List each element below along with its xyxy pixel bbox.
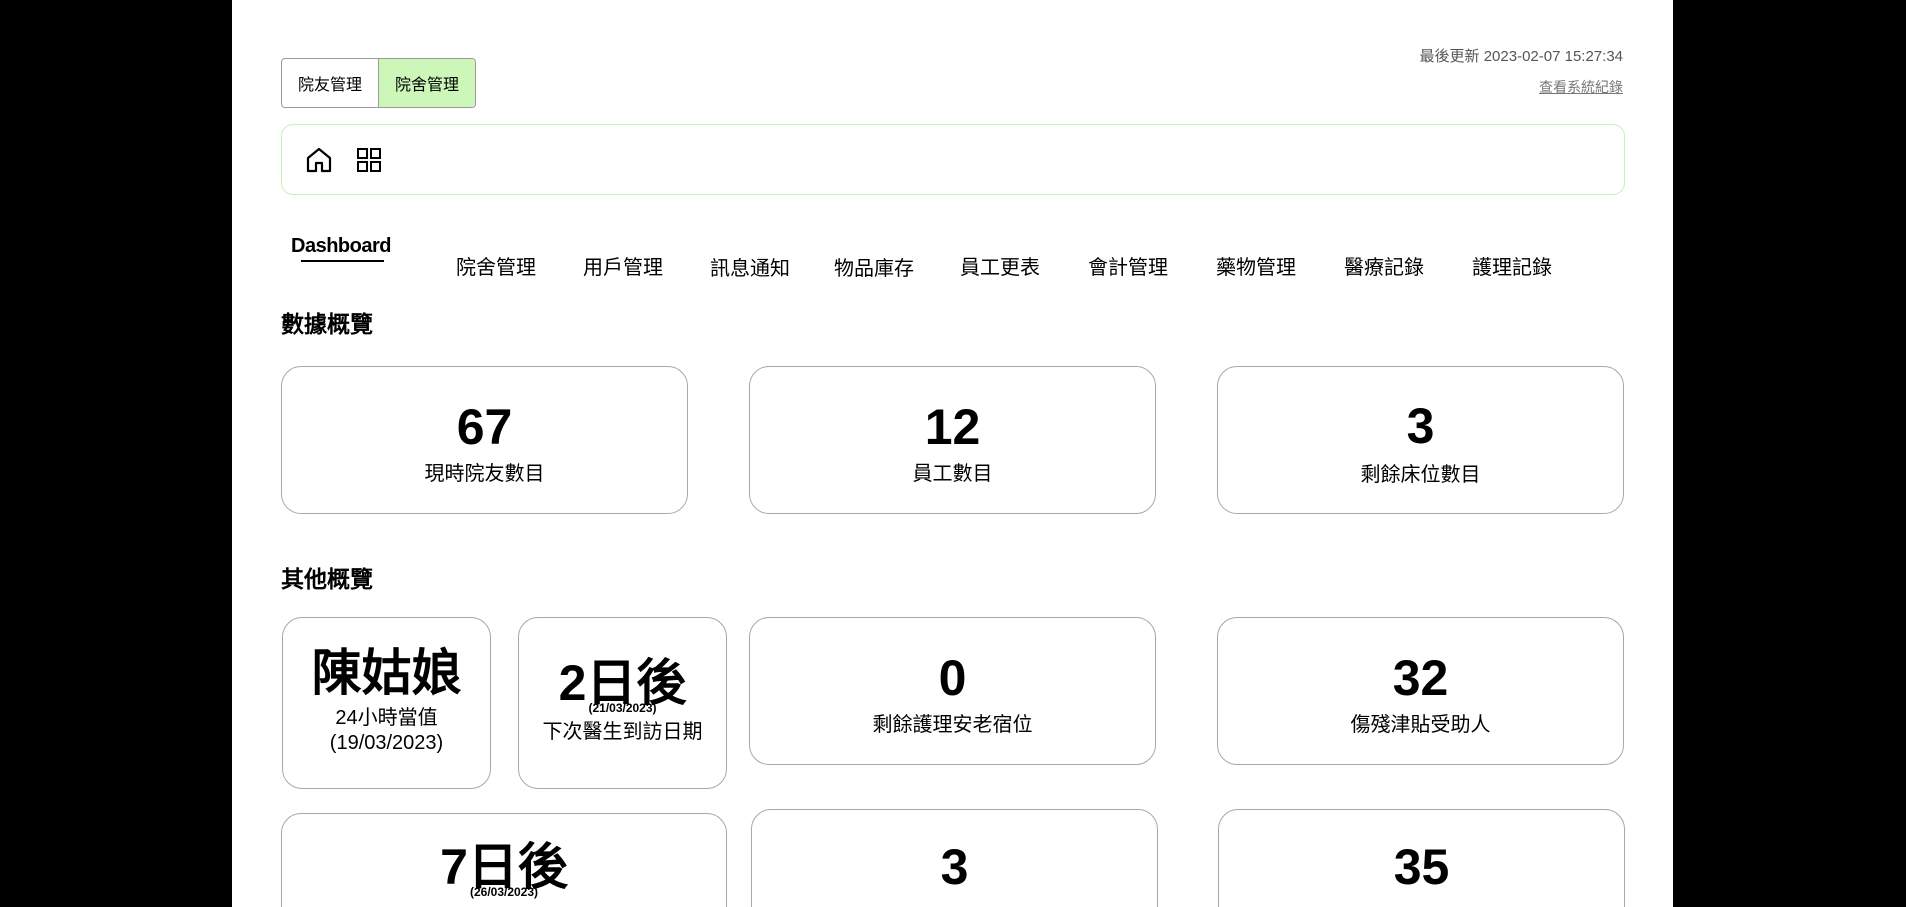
stat-label: 剩餘床位數目 [1360, 464, 1481, 486]
stat-label: 剩餘護理安老宿位 [872, 714, 1033, 736]
on-duty-label: 24小時當值 [335, 707, 438, 729]
stat-label: 傷殘津貼受助人 [1350, 714, 1491, 736]
on-duty-date: (19/03/2023) [329, 732, 444, 754]
stat-label: 現時院友數目 [424, 463, 545, 485]
stat-card-staff[interactable]: 12 員工數目 [749, 366, 1156, 514]
nav-facility-management[interactable]: 院舍管理 [456, 251, 536, 280]
last-update-timestamp: 最後更新 2023-02-07 15:27:34 [1419, 48, 1623, 65]
stat-card-row3-right[interactable]: 35 [1218, 809, 1625, 907]
doctor-visit-date: (21/03/2023) [588, 701, 657, 715]
app-page: 院友管理 院舍管理 最後更新 2023-02-07 15:27:34 查看系統紀… [232, 0, 1673, 907]
mode-toggle: 院友管理 院舍管理 [281, 58, 477, 108]
overview-section-title: 數據概覽 [281, 311, 373, 337]
doctor-visit-card[interactable]: 2日後 (21/03/2023) 下次醫生到訪日期 [518, 617, 727, 789]
view-system-log-link[interactable]: 查看系統紀錄 [1539, 77, 1623, 97]
nav-inventory[interactable]: 物品庫存 [834, 252, 914, 281]
stat-value: 3 [940, 839, 969, 895]
grid-icon[interactable] [354, 145, 384, 175]
on-duty-name: 陳姑娘 [311, 645, 462, 701]
on-duty-card[interactable]: 陳姑娘 24小時當值 (19/03/2023) [282, 617, 491, 789]
next-event-card[interactable]: 7日後 (26/03/2023) [281, 813, 727, 907]
disability-allowance-card[interactable]: 32 傷殘津貼受助人 [1217, 617, 1624, 765]
tab-resident-management[interactable]: 院友管理 [282, 59, 378, 107]
nav-user-management[interactable]: 用戶管理 [583, 251, 663, 280]
others-section-title: 其他概覽 [281, 566, 373, 592]
stat-value: 3 [1406, 398, 1435, 454]
tab-facility-management[interactable]: 院舍管理 [378, 59, 476, 107]
nursing-beds-card[interactable]: 0 剩餘護理安老宿位 [749, 617, 1156, 765]
nav-medical-records[interactable]: 醫療記錄 [1344, 251, 1424, 280]
doctor-visit-label: 下次醫生到訪日期 [542, 721, 703, 743]
stat-value: 0 [938, 650, 967, 706]
nav-staff-roster[interactable]: 員工更表 [960, 251, 1040, 280]
stat-value: 67 [456, 399, 513, 455]
stat-value: 35 [1393, 839, 1450, 895]
stat-card-beds[interactable]: 3 剩餘床位數目 [1217, 366, 1624, 514]
main-nav: Dashboard 院舍管理 用戶管理 訊息通知 物品庫存 員工更表 會計管理 … [232, 230, 1673, 280]
stat-label: 員工數目 [912, 463, 993, 485]
home-icon[interactable] [304, 145, 334, 175]
nav-nursing-records[interactable]: 護理記錄 [1472, 251, 1552, 280]
stat-value: 12 [924, 399, 981, 455]
next-event-date: (26/03/2023) [469, 885, 539, 899]
nav-medication[interactable]: 藥物管理 [1216, 251, 1296, 280]
quick-icon-bar [281, 124, 1625, 195]
nav-active-underline [301, 260, 384, 262]
nav-dashboard[interactable]: Dashboard [291, 235, 391, 258]
stat-card-row3-middle[interactable]: 3 [751, 809, 1158, 907]
nav-accounting[interactable]: 會計管理 [1088, 251, 1168, 280]
nav-notifications[interactable]: 訊息通知 [710, 252, 790, 281]
stat-value: 32 [1392, 650, 1449, 706]
stat-card-residents[interactable]: 67 現時院友數目 [281, 366, 688, 514]
